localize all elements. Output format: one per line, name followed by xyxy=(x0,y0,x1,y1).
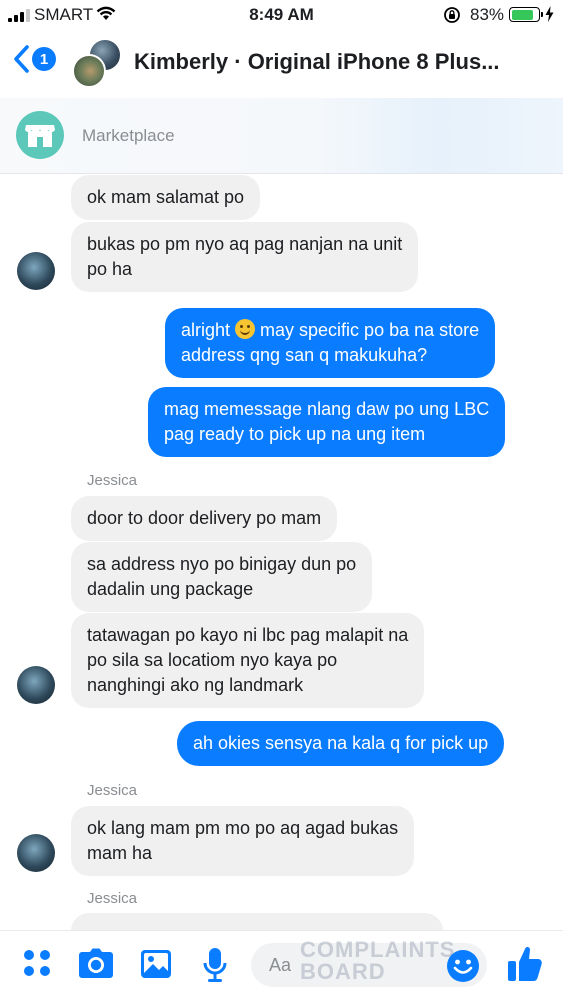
watermark: COMPLAINTS BOARD xyxy=(300,939,455,983)
conversation-header: 1 Kimberly · Original iPhone 8 Plus... xyxy=(0,30,563,98)
battery-icon xyxy=(509,7,543,22)
rotation-lock-icon xyxy=(443,6,461,29)
sender-name: Jessica xyxy=(87,472,138,489)
photo-icon[interactable] xyxy=(140,948,172,985)
watermark-line: BOARD xyxy=(300,959,386,984)
group-avatar[interactable] xyxy=(72,38,124,90)
battery-percent: 83% xyxy=(470,5,505,24)
smiling-face-emoji-icon xyxy=(235,319,256,339)
camera-icon[interactable] xyxy=(78,948,114,985)
message-list[interactable]: ok mam salamat po bukas po pm nyo aq pag… xyxy=(0,175,563,930)
sender-avatar[interactable] xyxy=(17,834,55,872)
conversation-title[interactable]: Kimberly · Original iPhone 8 Plus... xyxy=(134,49,500,75)
sender-avatar[interactable] xyxy=(17,252,55,290)
incoming-message[interactable]: ok lang mam pm mo po aq agad bukas mam h… xyxy=(71,806,415,876)
grid-menu-icon[interactable] xyxy=(22,948,52,983)
thumbs-up-icon[interactable] xyxy=(507,945,543,988)
message-composer: COMPLAINTS BOARD xyxy=(0,930,563,1000)
participant-avatar xyxy=(72,54,106,88)
marketplace-banner[interactable]: Marketplace xyxy=(0,98,563,174)
sender-avatar[interactable] xyxy=(17,666,55,704)
incoming-message[interactable]: bukas po pm nyo aq pag nanjan na unit po… xyxy=(71,222,419,292)
incoming-message-partial[interactable] xyxy=(71,913,443,930)
marketplace-label: Marketplace xyxy=(82,126,175,145)
outgoing-message[interactable]: alright may specific po ba na store addr… xyxy=(165,308,496,378)
status-bar: SMART 8:49 AM 83% xyxy=(0,0,563,30)
storefront-icon xyxy=(16,111,64,159)
charging-bolt-icon xyxy=(545,6,554,27)
battery-fill xyxy=(511,9,534,20)
back-button[interactable]: 1 xyxy=(12,44,56,74)
incoming-message[interactable]: ok mam salamat po xyxy=(71,175,261,220)
chevron-left-icon xyxy=(14,45,29,73)
unread-count-badge: 1 xyxy=(32,47,56,71)
sender-name: Jessica xyxy=(87,782,138,799)
incoming-message[interactable]: door to door delivery po mam xyxy=(71,496,338,541)
sender-name: Jessica xyxy=(87,890,138,907)
incoming-message[interactable]: sa address nyo po binigay dun po dadalin… xyxy=(71,542,373,612)
incoming-message[interactable]: tatawagan po kayo ni lbc pag malapit na … xyxy=(71,613,425,708)
emoji-icon[interactable] xyxy=(446,949,480,988)
outgoing-message[interactable]: ah okies sensya na kala q for pick up xyxy=(177,721,505,766)
watermark-line: COMPLAINTS xyxy=(300,937,456,962)
microphone-icon[interactable] xyxy=(203,948,227,987)
outgoing-message[interactable]: mag memessage nlang daw po ung LBC pag r… xyxy=(148,387,506,457)
message-text: alright xyxy=(181,320,236,340)
